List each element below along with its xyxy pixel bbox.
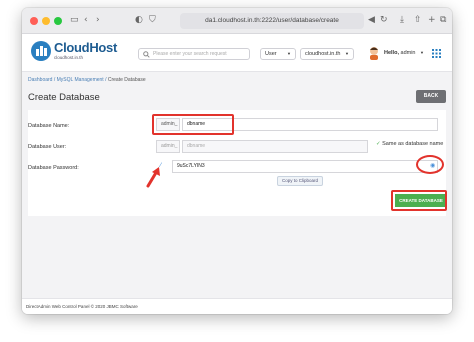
speaker-icon[interactable]: ◀: [368, 14, 375, 26]
caret-down-icon: ▼: [345, 51, 349, 56]
same-as-db-label: Same as database name: [382, 141, 444, 147]
browser-window: ▭ ‹ › ◐ ⛉ da1.cloudhost.in.th:2222/user/…: [22, 8, 452, 314]
close-window-button[interactable]: [30, 17, 38, 25]
annotation-arrow-icon: [146, 167, 160, 188]
search-icon: [143, 51, 150, 58]
domain-select-value: cloudhost.in.th: [305, 51, 341, 57]
address-bar-url: da1.cloudhost.in.th:2222/user/database/c…: [205, 17, 339, 24]
chevron-right-icon[interactable]: ›: [96, 14, 100, 26]
breadcrumb-mysql-management[interactable]: MySQL Management: [57, 77, 104, 83]
caret-down-icon: ▼: [287, 51, 291, 56]
username-text: admin: [400, 50, 416, 56]
cloud-logo-icon[interactable]: [30, 40, 52, 62]
logo-text[interactable]: CloudHost: [54, 40, 117, 55]
annotation-highlight-show-password: [416, 155, 444, 174]
download-icon[interactable]: ⤓: [400, 14, 404, 26]
db-password-input[interactable]: 9uSc7LYIN3: [172, 160, 438, 173]
caret-down-icon: ▼: [420, 50, 424, 55]
user-menu[interactable]: Hello, admin ▼: [384, 50, 424, 56]
copy-to-clipboard-tooltip: Copy to Clipboard: [277, 176, 323, 186]
shield-icon[interactable]: ⛉: [149, 14, 156, 26]
reload-icon[interactable]: ↻: [380, 14, 388, 26]
browser-toolbar: ▭ ‹ › ◐ ⛉ da1.cloudhost.in.th:2222/user/…: [22, 8, 452, 34]
zoom-window-button[interactable]: [54, 17, 62, 25]
db-user-label: Database User:: [28, 144, 67, 150]
page-content: CloudHost cloudhost.in.th Please enter y…: [22, 34, 452, 314]
same-as-db-checkbox[interactable]: ✓ Same as database name: [376, 141, 443, 147]
role-select-value: User: [265, 51, 277, 57]
back-button[interactable]: BACK: [416, 90, 446, 103]
add-tab-icon[interactable]: +: [428, 14, 436, 26]
address-bar[interactable]: da1.cloudhost.in.th:2222/user/database/c…: [180, 13, 364, 29]
domain-select[interactable]: cloudhost.in.th ▼: [300, 48, 354, 60]
db-user-input[interactable]: dbname: [182, 140, 368, 153]
sidebar-icon[interactable]: ▭: [70, 14, 79, 26]
db-user-prefix: admin_: [156, 140, 180, 153]
page-title: Create Database: [28, 92, 100, 103]
breadcrumb-current: Create Database: [107, 77, 146, 83]
logo-subtitle: cloudhost.in.th: [54, 55, 84, 60]
app-header: CloudHost cloudhost.in.th Please enter y…: [22, 34, 452, 72]
tab-overview-icon[interactable]: ⧉: [440, 14, 446, 26]
check-icon: ✓: [376, 141, 381, 147]
breadcrumb-dashboard[interactable]: Dashboard: [28, 77, 52, 83]
role-select[interactable]: User ▼: [260, 48, 296, 60]
db-name-label: Database Name:: [28, 123, 70, 129]
greeting-text: Hello,: [384, 50, 399, 56]
footer: DirectAdmin Web Control Panel © 2020 JBM…: [22, 298, 452, 314]
db-password-label: Database Password:: [28, 165, 79, 171]
privacy-report-icon[interactable]: ◐: [135, 14, 143, 26]
share-icon[interactable]: ⇧: [414, 14, 422, 26]
avatar[interactable]: [368, 46, 380, 60]
search-input[interactable]: Please enter your search request: [138, 48, 250, 60]
search-placeholder: Please enter your search request: [153, 51, 227, 57]
annotation-highlight-db-name: [152, 114, 234, 135]
footer-text: DirectAdmin Web Control Panel © 2020 JBM…: [26, 304, 138, 309]
chevron-left-icon[interactable]: ‹: [84, 14, 88, 26]
minimize-window-button[interactable]: [42, 17, 50, 25]
annotation-highlight-create-button: [391, 190, 447, 211]
breadcrumb: Dashboard / MySQL Management / Create Da…: [28, 77, 146, 83]
grid-menu-icon[interactable]: [432, 49, 441, 58]
